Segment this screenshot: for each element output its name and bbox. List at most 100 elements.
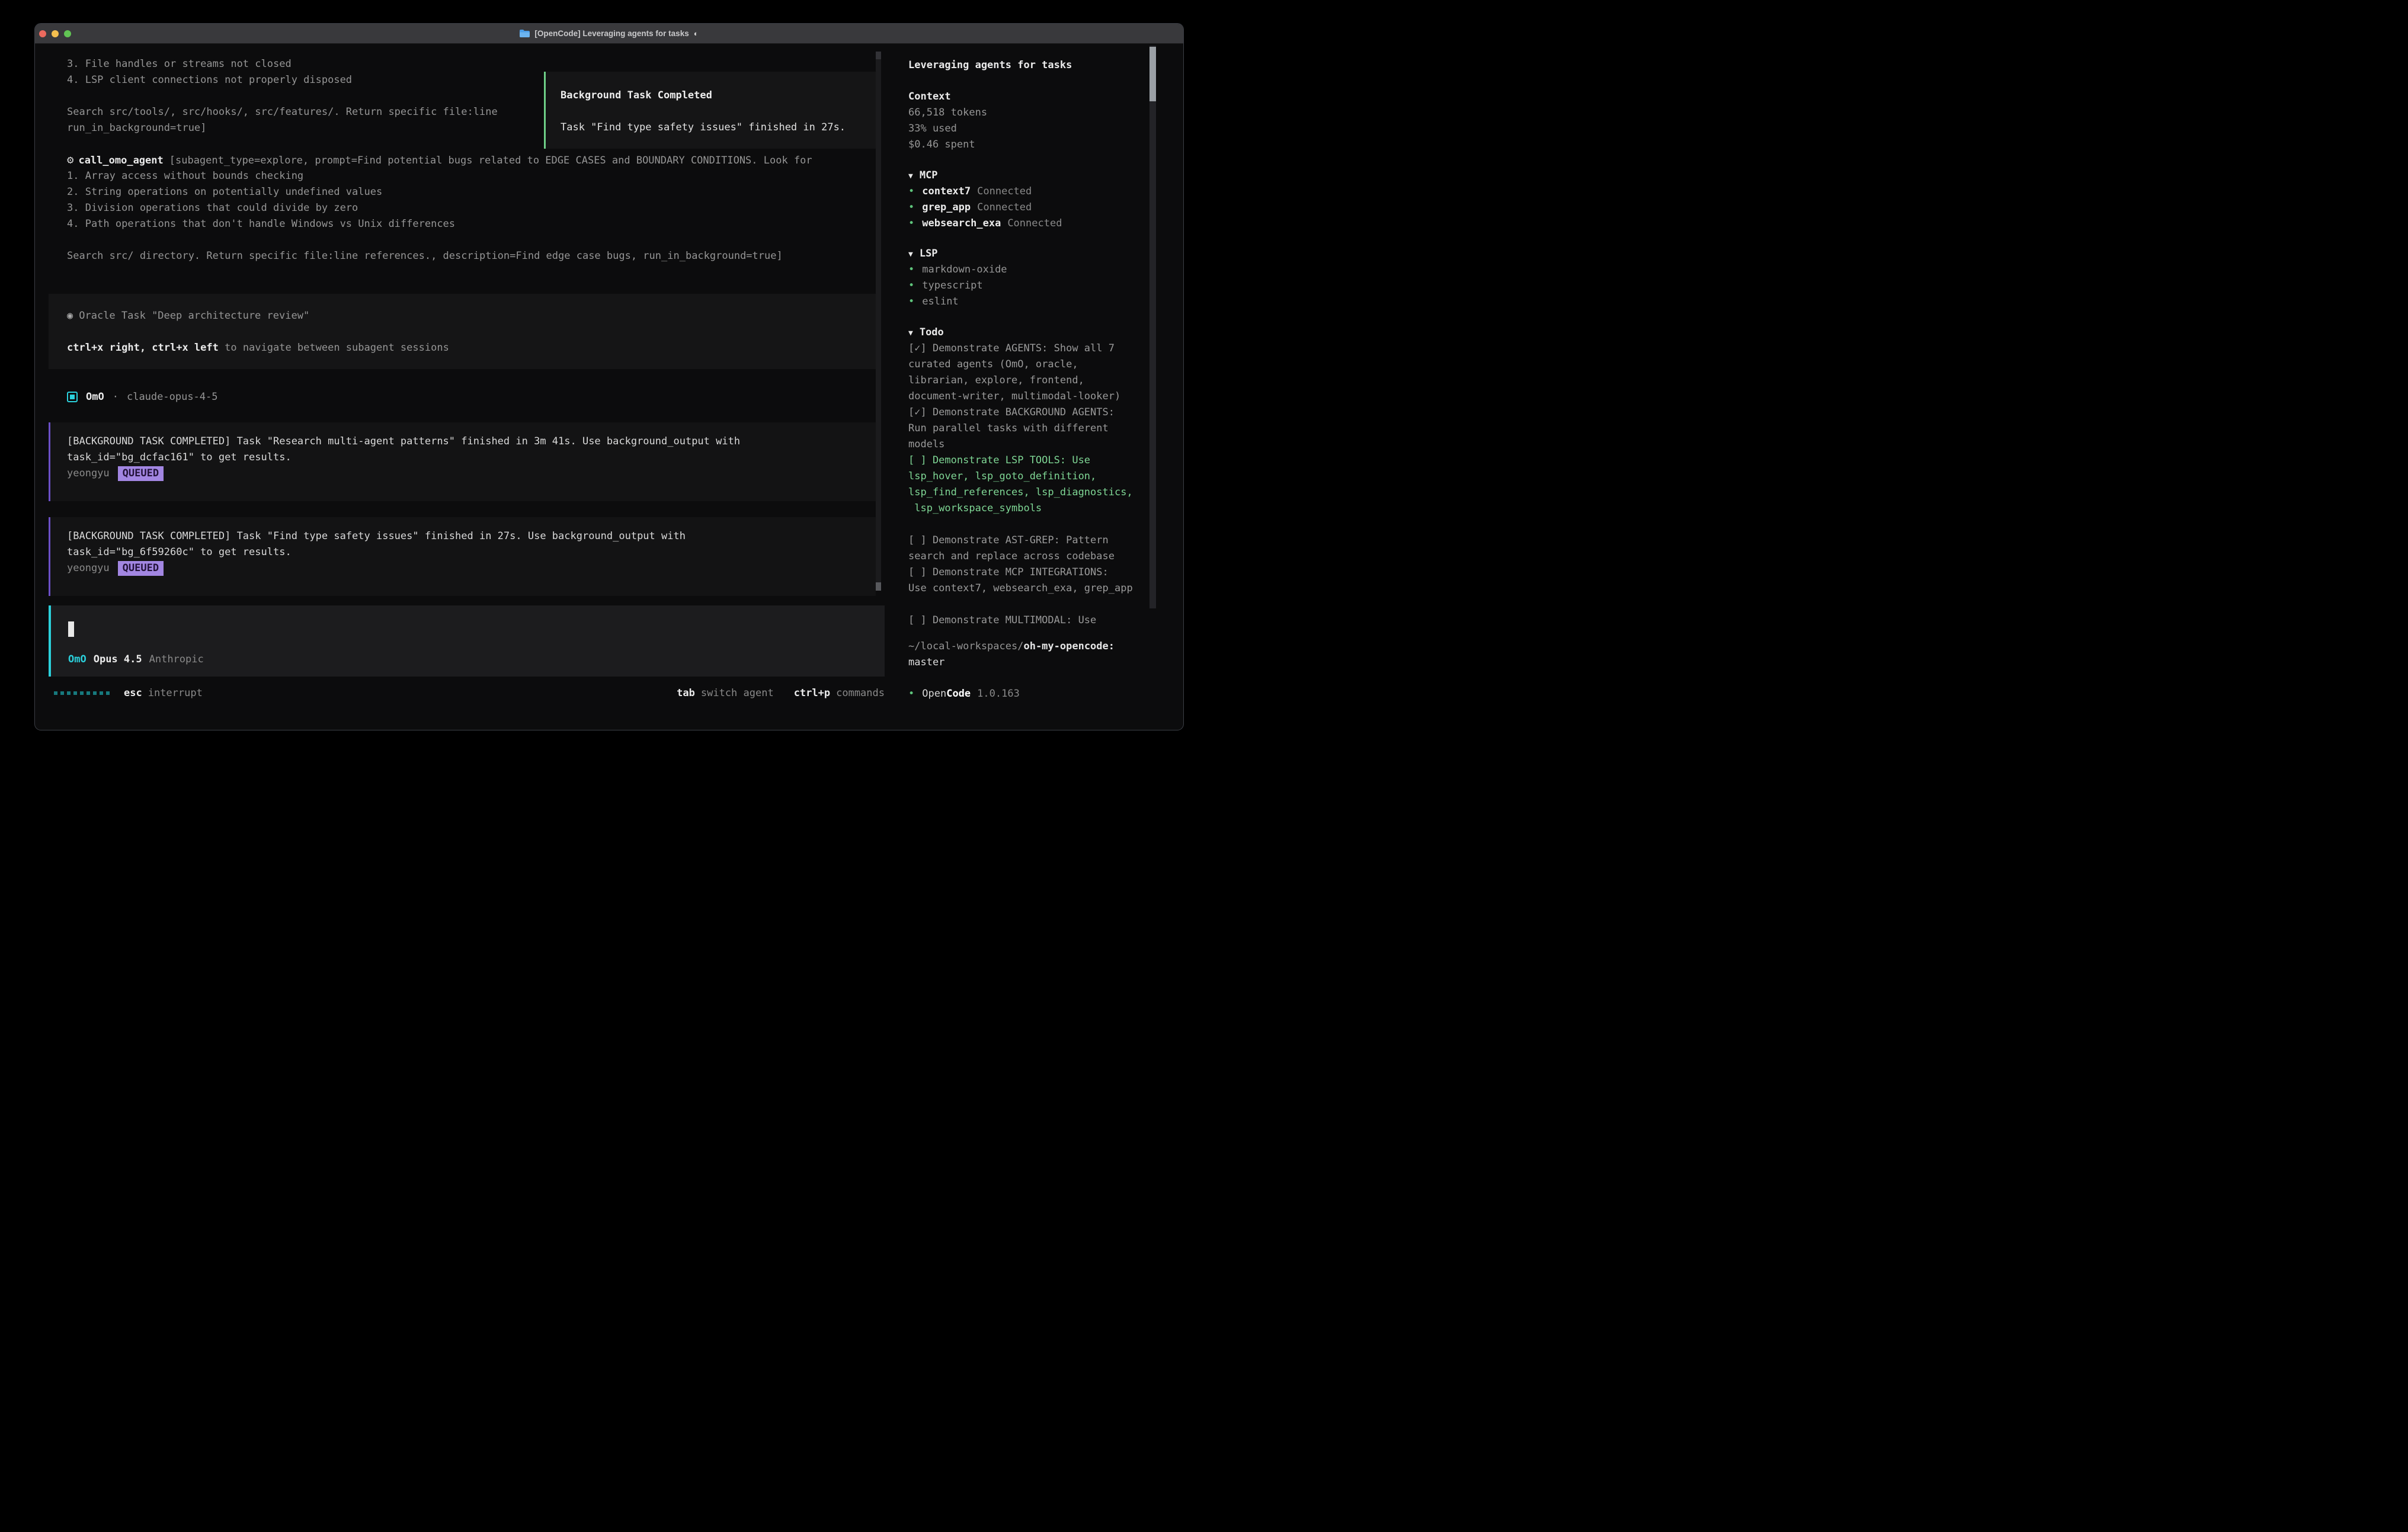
- todo-item-done-line: Run parallel tasks with different: [908, 421, 1133, 437]
- tab-key-label: tab: [677, 687, 695, 699]
- context-used: 33% used: [908, 121, 987, 137]
- session-sidebar: Leveraging agents for tasks Context 66,5…: [908, 24, 1145, 730]
- interrupt-hint: esc interrupt: [124, 687, 203, 699]
- mcp-item: •context7Connected: [908, 184, 1062, 200]
- sidebar-context-section: Context 66,518 tokens 33% used $0.46 spe…: [908, 89, 987, 153]
- bullet-icon: •: [908, 296, 914, 307]
- mcp-item-name: context7: [922, 185, 971, 197]
- window-title-text: [OpenCode] Leveraging agents for tasks: [534, 29, 689, 38]
- mcp-item-name: websearch_exa: [922, 217, 1001, 229]
- activity-dots-icon: [54, 691, 110, 695]
- context-tokens: 66,518 tokens: [908, 105, 987, 121]
- task-user: yeongyu: [67, 562, 110, 574]
- oracle-task-label: Oracle Task "Deep architecture review": [79, 310, 309, 322]
- minimize-button[interactable]: [52, 30, 59, 37]
- app-name-open: Open: [922, 688, 946, 700]
- status-badge: QUEUED: [118, 561, 164, 576]
- app-name-code: Code: [946, 688, 971, 700]
- todo-item-active-line: lsp_workspace_symbols: [908, 501, 1133, 517]
- task-message-line: task_id="bg_dcfac161" to get results.: [67, 450, 876, 466]
- workspace-path: ~/local-workspaces/oh-my-opencode:: [908, 639, 1115, 655]
- traffic-lights: [39, 24, 71, 43]
- task-message-line: [BACKGROUND TASK COMPLETED] Task "Resear…: [67, 434, 876, 450]
- mcp-item-status: Connected: [977, 201, 1032, 213]
- task-meta-row: yeongyu QUEUED: [67, 560, 876, 576]
- agent-model: claude-opus-4-5: [127, 391, 218, 403]
- main-scrollbar-cap: [876, 52, 881, 59]
- zoom-button[interactable]: [64, 30, 71, 37]
- shortcut-hints: tab switch agent ctrl+p commands: [677, 687, 885, 699]
- lsp-section-header[interactable]: ▼LSP: [908, 246, 1007, 262]
- mcp-item-status: Connected: [977, 185, 1032, 197]
- lsp-item-name: typescript: [922, 280, 982, 291]
- oracle-task-panel: ◉Oracle Task "Deep architecture review" …: [49, 294, 876, 369]
- folder-icon: [520, 30, 530, 37]
- separator-dot: ·: [113, 391, 119, 403]
- sidebar-scrollbar[interactable]: [1149, 46, 1156, 608]
- agent-header-row: OmO · claude-opus-4-5: [67, 389, 218, 405]
- todo-item-done-line: librarian, explore, frontend,: [908, 373, 1133, 389]
- task-message-line: task_id="bg_6f59260c" to get results.: [67, 544, 876, 560]
- text-cursor: [68, 621, 74, 637]
- chevron-down-icon: ▼: [908, 250, 913, 259]
- workspace-branch: master: [908, 655, 1115, 671]
- toast-body: Task "Find type safety issues" finished …: [561, 120, 878, 136]
- task-user: yeongyu: [67, 467, 110, 479]
- sidebar-lsp-section: ▼LSP •markdown-oxide •typescript •eslint: [908, 246, 1007, 310]
- mcp-section-header[interactable]: ▼MCP: [908, 168, 1062, 184]
- task-meta-row: yeongyuQUEUED: [67, 466, 876, 482]
- app-version-row: •OpenCode1.0.163: [908, 686, 1020, 702]
- context-header: Context: [908, 89, 987, 105]
- todo-item-active-line: lsp_hover, lsp_goto_definition,: [908, 469, 1133, 485]
- todo-item-done-line: curated agents (OmO, oracle,: [908, 357, 1133, 373]
- context-spent: $0.46 spent: [908, 137, 987, 153]
- log-line: 2. String operations on potentially unde…: [67, 184, 812, 200]
- todo-item-done-line: [✓] Demonstrate BACKGROUND AGENTS:: [908, 405, 1133, 421]
- navigation-hint: ctrl+x right, ctrl+x left to navigate be…: [67, 340, 876, 356]
- input-provider-name: Anthropic: [149, 653, 204, 665]
- main-scrollbar[interactable]: [876, 52, 881, 591]
- desktop: [OpenCode] Leveraging agents for tasks ◐…: [0, 0, 1204, 766]
- lsp-item-name: markdown-oxide: [922, 264, 1007, 275]
- hint-shortcut-keys: ctrl+x right, ctrl+x left: [67, 342, 219, 354]
- ctrlp-action-label: commands: [836, 687, 885, 699]
- task-message-line: [BACKGROUND TASK COMPLETED] Task "Find t…: [67, 528, 876, 544]
- todo-section-header[interactable]: ▼Todo: [908, 325, 1133, 341]
- workspace-repo-name: oh-my-opencode:: [1023, 640, 1115, 652]
- bullet-icon: •: [908, 217, 914, 229]
- todo-item-done-line: models: [908, 437, 1133, 453]
- main-scrollbar-thumb[interactable]: [876, 582, 881, 591]
- mcp-item-name: grep_app: [922, 201, 971, 213]
- close-button[interactable]: [39, 30, 46, 37]
- todo-item-pending-line: [ ] Demonstrate MULTIMODAL: Use: [908, 613, 1133, 629]
- tool-call-name: call_omo_agent: [78, 155, 163, 166]
- sidebar-workspace-section: ~/local-workspaces/oh-my-opencode: maste…: [908, 639, 1115, 671]
- tool-call-line: ⚙call_omo_agent[subagent_type=explore, p…: [67, 152, 812, 168]
- agent-name: OmO: [86, 391, 104, 403]
- oracle-task-line: ◉Oracle Task "Deep architecture review": [67, 308, 876, 324]
- todo-item-done-line: [✓] Demonstrate AGENTS: Show all 7: [908, 341, 1133, 357]
- lsp-item: •typescript: [908, 278, 1007, 294]
- todo-item-pending-line: [ ] Demonstrate AST-GREP: Pattern: [908, 533, 1133, 549]
- todo-item-active-line: lsp_find_references, lsp_diagnostics,: [908, 485, 1133, 501]
- todo-item-done-line: document-writer, multimodal-looker): [908, 389, 1133, 405]
- toast-title: Background Task Completed: [561, 88, 878, 104]
- input-model-name: Opus 4.5: [94, 653, 142, 665]
- tool-call-args: [subagent_type=explore, prompt=Find pote…: [169, 155, 812, 166]
- bullet-icon: •: [908, 688, 914, 700]
- lsp-item-name: eslint: [922, 296, 958, 307]
- background-task-message: [BACKGROUND TASK COMPLETED] Task "Resear…: [49, 422, 876, 501]
- session-title: Leveraging agents for tasks: [908, 57, 1072, 73]
- prompt-input[interactable]: OmOOpus 4.5Anthropic: [49, 605, 885, 677]
- omo-agent-icon: [67, 392, 78, 402]
- log-line: 3. File handles or streams not closed: [67, 56, 812, 72]
- chevron-down-icon: ▼: [908, 172, 913, 181]
- esc-action-label: interrupt: [148, 687, 203, 699]
- tab-action-label: switch agent: [701, 687, 774, 699]
- log-line: 1. Array access without bounds checking: [67, 168, 812, 184]
- sidebar-version-section: •OpenCode1.0.163: [908, 686, 1020, 702]
- sidebar-mcp-section: ▼MCP •context7Connected •grep_appConnect…: [908, 168, 1062, 232]
- esc-key-label: esc: [124, 687, 142, 699]
- sidebar-scrollbar-thumb[interactable]: [1149, 47, 1156, 101]
- todo-item-active-line: [ ] Demonstrate LSP TOOLS: Use: [908, 453, 1133, 469]
